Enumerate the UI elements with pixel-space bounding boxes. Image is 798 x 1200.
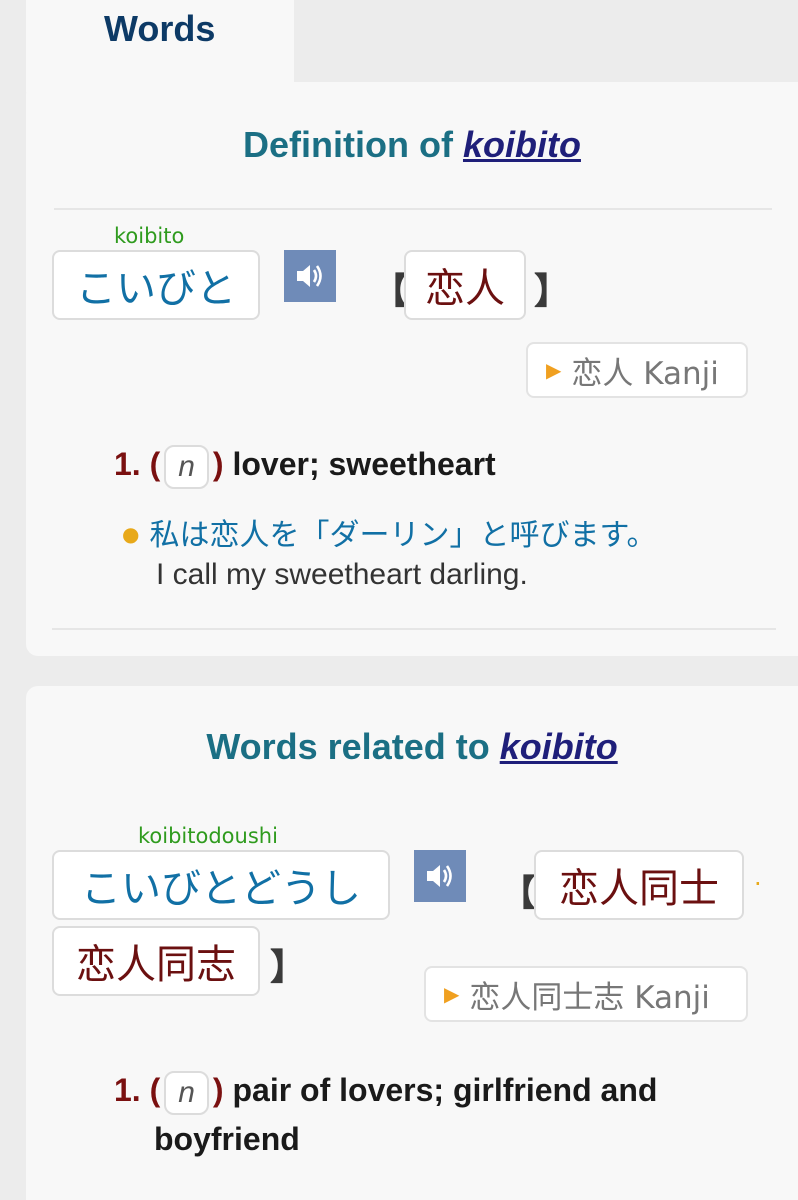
kanji-details-link[interactable]: ▶ 恋人 Kanji (526, 342, 748, 398)
sense-number: 1. (114, 446, 141, 482)
sense-1: 1. (n) lover; sweetheart (114, 440, 496, 489)
sense-gloss-line-1: pair of lovers; girlfriend and (232, 1072, 658, 1108)
speaker-icon (427, 865, 452, 887)
audio-button[interactable] (414, 850, 466, 902)
related-heading-word-link[interactable]: koibito (500, 726, 618, 767)
example-japanese-text: 私は恋人を「ダーリン」と呼びます。 (149, 518, 657, 553)
sense-gloss-line-2: boyfriend (154, 1120, 300, 1157)
example-japanese: ● 私は恋人を「ダーリン」と呼びます。 (122, 510, 656, 554)
play-triangle-icon: ▶ (546, 358, 562, 382)
kanji-writing: 恋人 (404, 250, 526, 320)
definition-card: Definition of koibito koibito こいびと 【 恋人 … (26, 82, 798, 656)
romaji-reading: koibitodoushi (138, 824, 278, 848)
kanji-writing-2: 恋人同志 (52, 926, 260, 996)
definition-heading: Definition of koibito (26, 124, 798, 166)
kanji-details-link[interactable]: ▶ 恋人同士志 Kanji (424, 966, 748, 1022)
kanji-writing-1: 恋人同士 (534, 850, 744, 920)
sense-paren-open: ( (149, 446, 161, 482)
sense-gloss: lover; sweetheart (232, 446, 496, 482)
kana-reading: こいびと (52, 250, 260, 320)
romaji-reading: koibito (114, 224, 185, 248)
sense-1: 1. (n) pair of lovers; girlfriend and bo… (114, 1066, 657, 1163)
sense-paren-close: ) (212, 1072, 224, 1108)
words-tab-label: Words (104, 8, 216, 49)
words-tab[interactable]: Words (26, 0, 294, 92)
separator-dot: · (754, 870, 762, 898)
bracket-open: 【 (500, 873, 537, 914)
definition-heading-prefix: Definition of (243, 124, 463, 165)
audio-button[interactable] (284, 250, 336, 302)
bracket-open: 【 (372, 271, 409, 312)
sense-paren-close: ) (212, 446, 224, 482)
bracket-close: 】 (270, 947, 307, 988)
play-triangle-icon: ▶ (444, 982, 460, 1006)
part-of-speech-tag[interactable]: n (164, 444, 209, 489)
part-of-speech-tag[interactable]: n (164, 1070, 209, 1115)
related-heading: Words related to koibito (26, 726, 798, 768)
kanji-details-label: 恋人同士志 Kanji (469, 979, 710, 1016)
kana-reading: こいびとどうし (52, 850, 390, 920)
sense-number: 1. (114, 1072, 141, 1108)
related-words-card: Words related to koibito koibitodoushi こ… (26, 686, 798, 1200)
divider (52, 628, 776, 630)
bullet-dot-icon: ● (122, 522, 140, 546)
speaker-icon (297, 265, 322, 287)
related-heading-prefix: Words related to (206, 726, 500, 767)
example-english: I call my sweetheart darling. (156, 558, 528, 591)
bracket-close: 】 (534, 271, 571, 312)
definition-heading-word-link[interactable]: koibito (463, 124, 581, 165)
kanji-details-label: 恋人 Kanji (571, 355, 719, 392)
divider (54, 208, 772, 210)
sense-paren-open: ( (149, 1072, 161, 1108)
